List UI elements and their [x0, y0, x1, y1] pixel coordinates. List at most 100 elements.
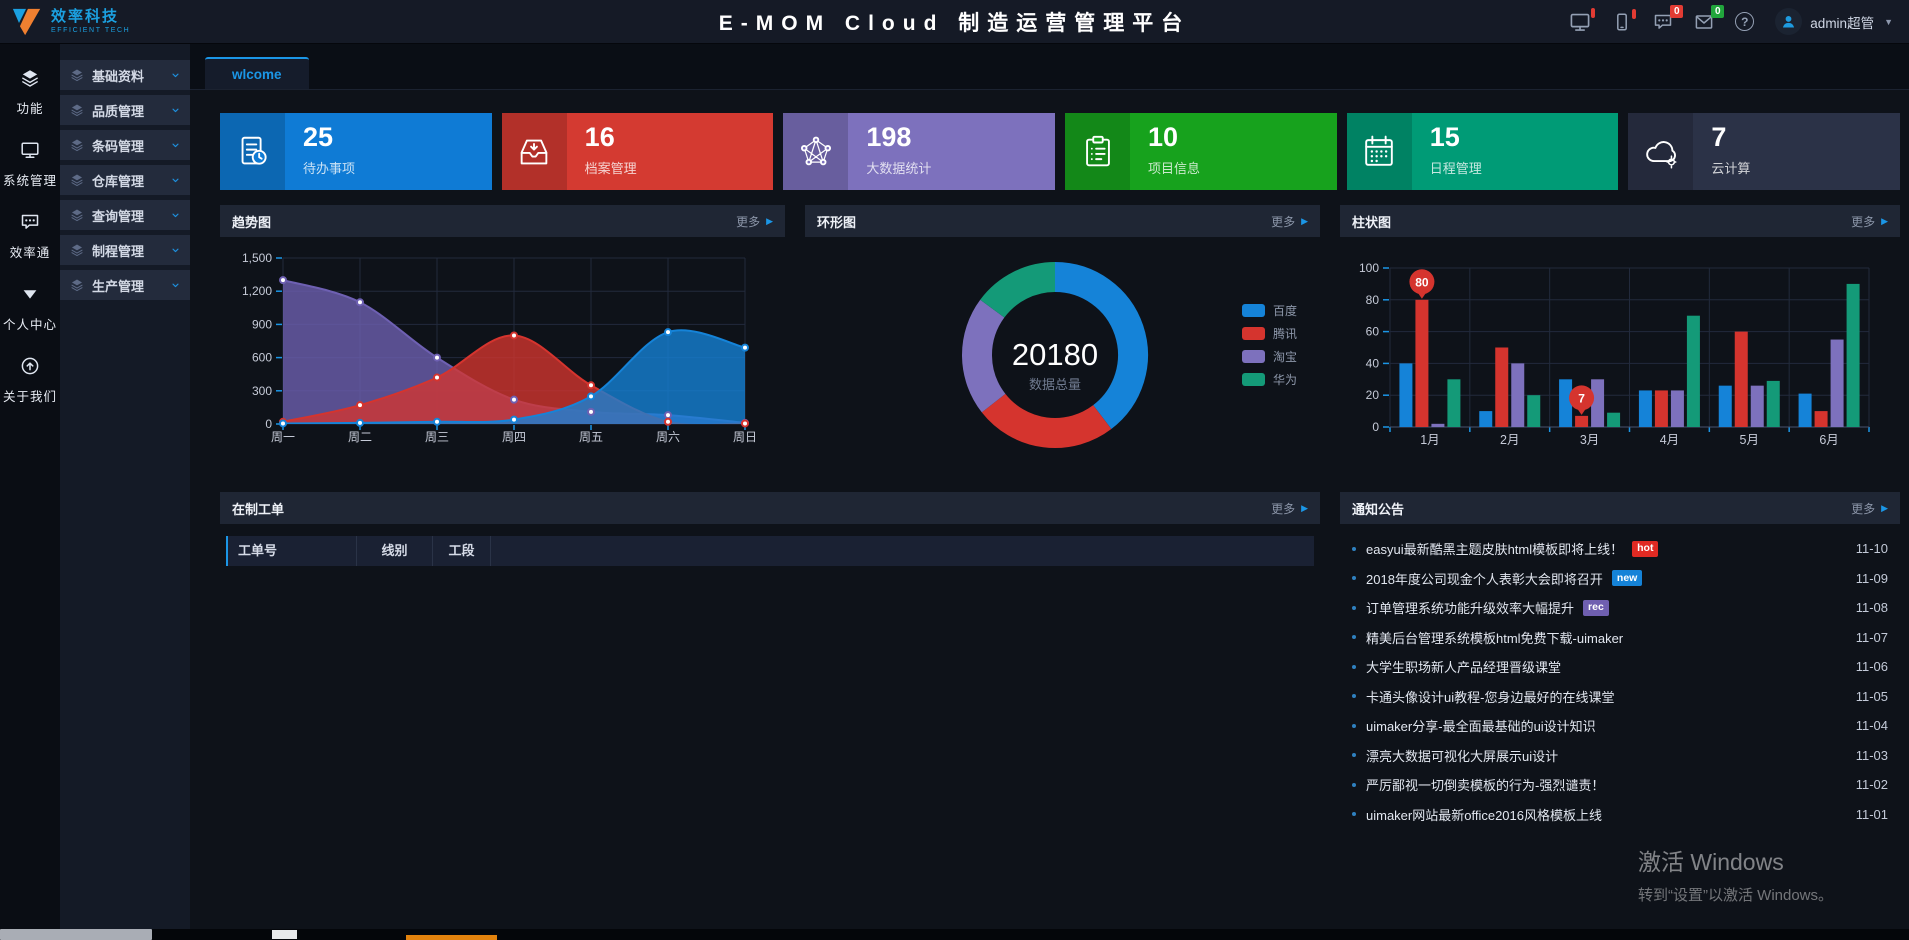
rail-item-功能[interactable]: 功能 [16, 68, 43, 117]
grouped-bar-chart: 0204060801001月2月3月4月5月6月807 [1340, 237, 1900, 470]
monitor-icon [1569, 11, 1591, 33]
svg-text:0: 0 [1372, 420, 1379, 434]
notice-list-item[interactable]: 卡通头像设计ui教程-您身边最好的在线课堂11-05 [1352, 682, 1894, 712]
notice-date: 11-02 [1856, 777, 1894, 792]
svg-text:3月: 3月 [1580, 433, 1599, 447]
sidebar-item-label: 条码管理 [92, 136, 170, 155]
svg-text:周二: 周二 [348, 430, 372, 444]
orders-table-header-spacer [490, 536, 1314, 566]
legend-item-淘宝[interactable]: 淘宝 [1242, 348, 1297, 365]
sidebar-item-label: 查询管理 [92, 206, 170, 225]
notice-date: 11-09 [1856, 571, 1894, 586]
tab-welcome[interactable]: wlcome [205, 57, 309, 89]
stat-card-icon-box [502, 113, 567, 190]
avatar [1775, 8, 1802, 35]
sidebar-item-生产管理[interactable]: 生产管理 [60, 270, 190, 300]
chevron-down-icon [170, 70, 181, 81]
rail-item-label: 关于我们 [3, 386, 57, 405]
notice-list-item[interactable]: 订单管理系统功能升级效率大幅提升rec11-08 [1352, 593, 1894, 623]
chevron-down-icon [170, 210, 181, 221]
more-arrow-icon: ▶ [1301, 216, 1308, 227]
notice-list-item[interactable]: 精美后台管理系统模板html免费下载-uimaker11-07 [1352, 623, 1894, 653]
rail-item-个人中心[interactable]: 个人中心 [3, 284, 57, 333]
notice-list-item[interactable]: 漂亮大数据可视化大屏展示ui设计11-03 [1352, 741, 1894, 771]
stat-card-label: 大数据统计 [866, 158, 931, 177]
notice-text: 漂亮大数据可视化大屏展示ui设计 [1366, 746, 1558, 765]
sidebar-item-label: 制程管理 [92, 241, 170, 260]
chevron-down-icon [170, 175, 181, 186]
bullet-dot-icon [1352, 694, 1356, 698]
layers-icon [70, 138, 84, 152]
mail-icon[interactable]: 0 [1694, 12, 1714, 32]
column-header-line: 线别 [356, 536, 432, 566]
notice-list-item[interactable]: easyui最新酷黑主题皮肤html模板即将上线！hot11-10 [1352, 534, 1894, 564]
svg-text:1,200: 1,200 [242, 284, 272, 298]
sidebar-item-label: 品质管理 [92, 101, 170, 120]
stat-card-大数据统计[interactable]: 198 大数据统计 [783, 113, 1055, 190]
notice-list: easyui最新酷黑主题皮肤html模板即将上线！hot11-10 2018年度… [1340, 524, 1900, 829]
monitor-icon [20, 140, 40, 160]
sidebar-item-条码管理[interactable]: 条码管理 [60, 130, 190, 160]
notice-list-item[interactable]: 大学生职场新人产品经理晋级课堂11-06 [1352, 652, 1894, 682]
mail-count-badge: 0 [1711, 5, 1724, 18]
svg-text:80: 80 [1415, 275, 1429, 289]
legend-item-华为[interactable]: 华为 [1242, 371, 1297, 388]
svg-text:5月: 5月 [1740, 433, 1759, 447]
stat-card-icon-box [1065, 113, 1130, 190]
notice-date: 11-06 [1856, 659, 1894, 674]
stat-card-待办事项[interactable]: 25 待办事项 [220, 113, 492, 190]
stat-card-云计算[interactable]: 7 云计算 [1628, 113, 1900, 190]
notice-list-item[interactable]: uimaker分享-最全面最基础的ui设计知识11-04 [1352, 711, 1894, 741]
brand-logo: 效率科技 EFFICIENT TECH [0, 6, 240, 38]
sidebar-submenu: 基础资料品质管理条码管理仓库管理查询管理制程管理生产管理 [60, 44, 190, 940]
user-menu[interactable]: admin超管 ▼ [1775, 8, 1893, 35]
sidebar-item-品质管理[interactable]: 品质管理 [60, 95, 190, 125]
horizontal-scrollbar-thumb[interactable] [0, 929, 152, 940]
notice-date: 11-07 [1856, 630, 1894, 645]
notices-more-link[interactable]: 更多▶ [1851, 500, 1888, 517]
sidebar-item-制程管理[interactable]: 制程管理 [60, 235, 190, 265]
svg-text:数据总量: 数据总量 [1029, 377, 1081, 392]
stat-card-项目信息[interactable]: 10 项目信息 [1065, 113, 1337, 190]
cloud-icon [1642, 133, 1680, 171]
bullet-dot-icon [1352, 606, 1356, 610]
sidebar-item-仓库管理[interactable]: 仓库管理 [60, 165, 190, 195]
svg-text:6月: 6月 [1819, 433, 1838, 447]
user-caret-down-icon: ▼ [1884, 17, 1893, 27]
stat-card-value: 198 [866, 124, 931, 151]
notice-list-item[interactable]: 2018年度公司现金个人表彰大会即将召开new11-09 [1352, 564, 1894, 594]
stat-card-档案管理[interactable]: 16 档案管理 [502, 113, 774, 190]
orders-more-link[interactable]: 更多▶ [1271, 500, 1308, 517]
ring-more-link[interactable]: 更多▶ [1271, 213, 1308, 230]
brand-name-en: EFFICIENT TECH [51, 27, 130, 34]
bullet-dot-icon [1352, 724, 1356, 728]
notice-list-item[interactable]: 严厉鄙视一切倒卖模板的行为-强烈谴责！11-02 [1352, 770, 1894, 800]
notices-panel-title: 通知公告 [1352, 499, 1851, 518]
trend-more-link[interactable]: 更多▶ [736, 213, 773, 230]
svg-text:7: 7 [1578, 391, 1585, 405]
stat-card-value: 15 [1430, 124, 1482, 151]
mobile-phone-icon[interactable] [1612, 12, 1632, 32]
stat-card-icon-box [1347, 113, 1412, 190]
legend-item-腾讯[interactable]: 腾讯 [1242, 325, 1297, 342]
message-icon[interactable]: 0 [1653, 12, 1673, 32]
brand-name-cn: 效率科技 [51, 9, 130, 24]
rail-item-系统管理[interactable]: 系统管理 [3, 140, 57, 189]
sidebar-item-查询管理[interactable]: 查询管理 [60, 200, 190, 230]
legend-item-百度[interactable]: 百度 [1242, 302, 1297, 319]
bullet-dot-icon [1352, 576, 1356, 580]
rail-item-效率通[interactable]: 效率通 [10, 212, 51, 261]
notice-text: uimaker分享-最全面最基础的ui设计知识 [1366, 716, 1596, 735]
help-icon[interactable]: ? [1735, 12, 1754, 31]
stat-card-value: 7 [1711, 124, 1750, 151]
rail-item-关于我们[interactable]: 关于我们 [3, 356, 57, 405]
logo-mark-icon [10, 6, 44, 38]
stat-card-label: 日程管理 [1430, 158, 1482, 177]
notice-list-item[interactable]: uimaker网站最新office2016风格模板上线11-01 [1352, 800, 1894, 830]
bars-more-link[interactable]: 更多▶ [1851, 213, 1888, 230]
svg-text:100: 100 [1359, 261, 1379, 275]
desktop-monitor-icon[interactable] [1569, 11, 1591, 33]
stat-card-日程管理[interactable]: 15 日程管理 [1347, 113, 1619, 190]
sidebar-item-基础资料[interactable]: 基础资料 [60, 60, 190, 90]
stat-card-value: 16 [585, 124, 637, 151]
